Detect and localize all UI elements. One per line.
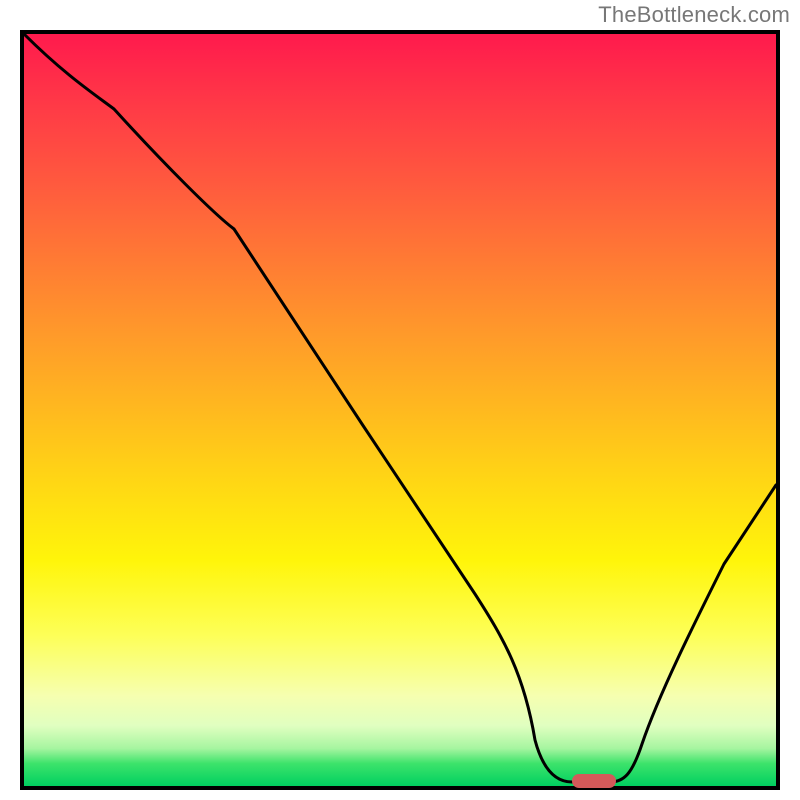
minimum-marker bbox=[572, 774, 616, 788]
watermark-text: TheBottleneck.com bbox=[598, 2, 790, 28]
chart-container: TheBottleneck.com bbox=[0, 0, 800, 800]
chart-svg bbox=[24, 34, 776, 786]
chart-frame bbox=[20, 30, 780, 790]
bottleneck-curve bbox=[24, 34, 776, 782]
